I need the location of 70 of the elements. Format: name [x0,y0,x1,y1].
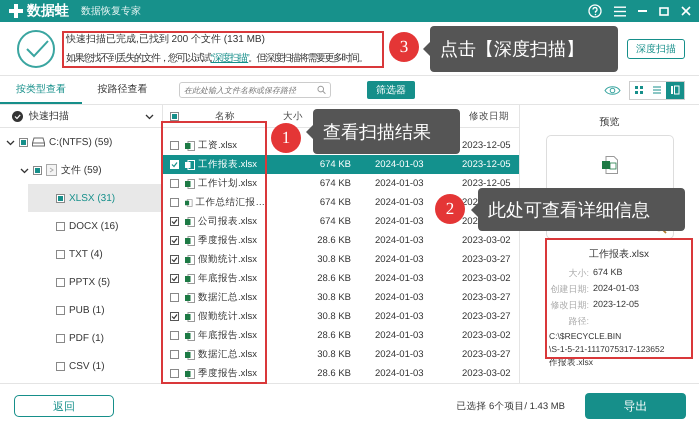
table-cell: 2024-01-03 [375,178,424,189]
preview-title: 预览 [600,116,620,129]
table-cell: 28.6 KB [317,330,351,341]
table-cell: 2024-01-03 [375,159,424,170]
table-cell: 2024-01-03 [375,292,424,303]
file-name: 工资.xlsx [198,139,237,152]
table-cell: 28.6 KB [317,235,351,246]
path-text: C:\$RECYCLE.BIN [549,331,622,341]
table-cell: 2024-01-03 [375,273,424,284]
table-cell: 674 KB [320,159,351,170]
table-cell: 2023-03-27 [462,292,511,303]
table-cell: 2024-01-03 [375,216,424,227]
scan-mode-label: 快速扫描 [29,110,70,123]
table-cell: 202 [462,216,478,227]
table-cell: 2023-12-05 [462,140,511,151]
table-cell: 2024-01-03 [375,311,424,322]
table-cell: 2023-03-27 [462,254,511,265]
table-cell: 2023-03-02 [462,235,511,246]
field-value: 674 KB [593,267,623,279]
file-name: 年底报告.xlsx [198,272,257,285]
table-cell: 30.8 KB [317,292,351,303]
app-name: 数据蛙 [27,2,69,20]
path-text: \S-1-5-21-1117075317-123652 [549,344,664,354]
callout-tooltip: 点击【深度扫描】 [423,26,618,72]
file-name: 公司报表.xlsx [198,215,257,228]
file-name: 数据汇总.xlsx [198,348,257,361]
table-cell: 2023-12-05 [462,159,511,170]
table-cell: 2024-01-03 [375,235,424,246]
file-name: 年底报告.xlsx [198,329,257,342]
table-cell: 674 KB [320,178,351,189]
app-subtitle: 数据恢复专家 [81,4,141,18]
file-name: 工作报表.xlsx [198,158,257,171]
table-cell: 674 KB [320,216,351,227]
table-cell: 2023-03-27 [462,311,511,322]
table-cell: 30.8 KB [317,349,351,360]
field-label: 修改日期: [550,299,589,312]
file-name: 工作总结汇报… [196,196,265,209]
file-name: 假勤统计.xlsx [198,310,257,323]
scan-result-text: 快速扫描已完成,已找到 200 个文件 (131 MB) [66,32,266,46]
table-cell: 30.8 KB [317,311,351,322]
field-value: 2024-01-03 [593,283,640,295]
table-cell: 2024-01-03 [375,368,424,379]
table-cell: 28.6 KB [317,368,351,379]
table-cell: 2024-01-03 [375,254,424,265]
file-name: 数据汇总.xlsx [198,291,257,304]
deep-scan-hint: 如果您找不到丢失的文件，您可以试试“深度扫描”。但深度扫描将需要更多时间。 [66,52,368,65]
file-name: 季度报告.xlsx [198,234,257,247]
table-cell: 2023-03-02 [462,330,511,341]
file-name: 季度报告.xlsx [198,367,257,380]
table-cell: 2024-01-03 [375,197,424,208]
field-label: 大小: [568,267,589,280]
step-number: 3 [389,32,419,62]
table-cell: 2024-01-03 [375,349,424,360]
callout-tooltip: 查看扫描结果 [306,109,460,154]
step-number: 1 [271,123,301,153]
table-cell: 2023-03-27 [462,349,511,360]
table-cell: 674 KB [320,197,351,208]
file-name: 工作报表.xlsx [589,248,649,261]
file-name: 工作计划.xlsx [198,177,257,190]
field-value: 2023-12-05 [593,299,640,311]
field-label: 创建日期: [550,283,589,296]
table-cell: 28.6 KB [317,273,351,284]
field-label: 路径: [568,315,589,328]
table-cell: 30.8 KB [317,254,351,265]
table-cell: 2023-03-02 [462,273,511,284]
selection-status: 已选择 6个项目/ 1.43 MB [456,400,565,412]
file-name: 假勤统计.xlsx [198,253,257,266]
table-cell: 2023-03-02 [462,368,511,379]
table-cell: 2024-01-03 [375,330,424,341]
table-cell: 2023-12-05 [462,178,511,189]
